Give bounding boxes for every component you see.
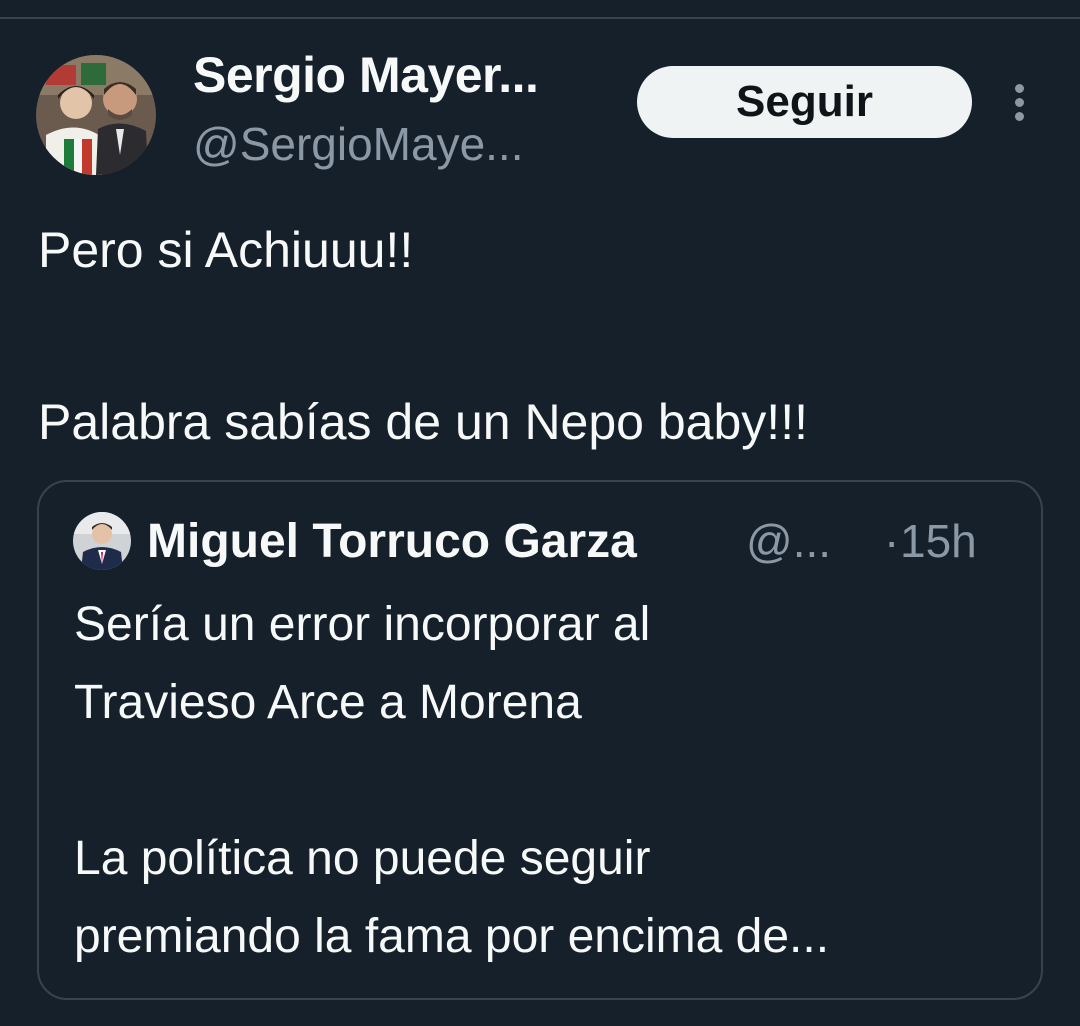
tweet-text-line: Pero si Achiuuu!!	[38, 222, 414, 278]
author-handle[interactable]: @SergioMaye...	[193, 117, 524, 171]
top-divider	[0, 17, 1080, 19]
quoted-text-line: premiando la fama por encima de...	[74, 910, 830, 963]
quoted-tweet-time[interactable]: 15h	[900, 514, 977, 568]
follow-button[interactable]: Seguir	[637, 66, 972, 138]
more-vertical-icon[interactable]	[1005, 82, 1035, 124]
quoted-author-avatar	[73, 512, 131, 570]
quoted-text-line: Travieso Arce a Morena	[74, 676, 582, 729]
quoted-author-handle: @...	[746, 515, 832, 567]
quoted-author-display-name[interactable]: Miguel Torruco Garza	[147, 514, 637, 569]
quoted-text-line: La política no puede seguir	[74, 832, 651, 885]
quoted-text-line: Sería un error incorporar al	[74, 598, 651, 651]
separator-dot: ·	[884, 515, 900, 567]
author-display-name[interactable]: Sergio Mayer...	[193, 46, 539, 104]
author-avatar[interactable]	[36, 55, 156, 175]
tweet-text-line: Palabra sabías de un Nepo baby!!!	[38, 394, 808, 450]
